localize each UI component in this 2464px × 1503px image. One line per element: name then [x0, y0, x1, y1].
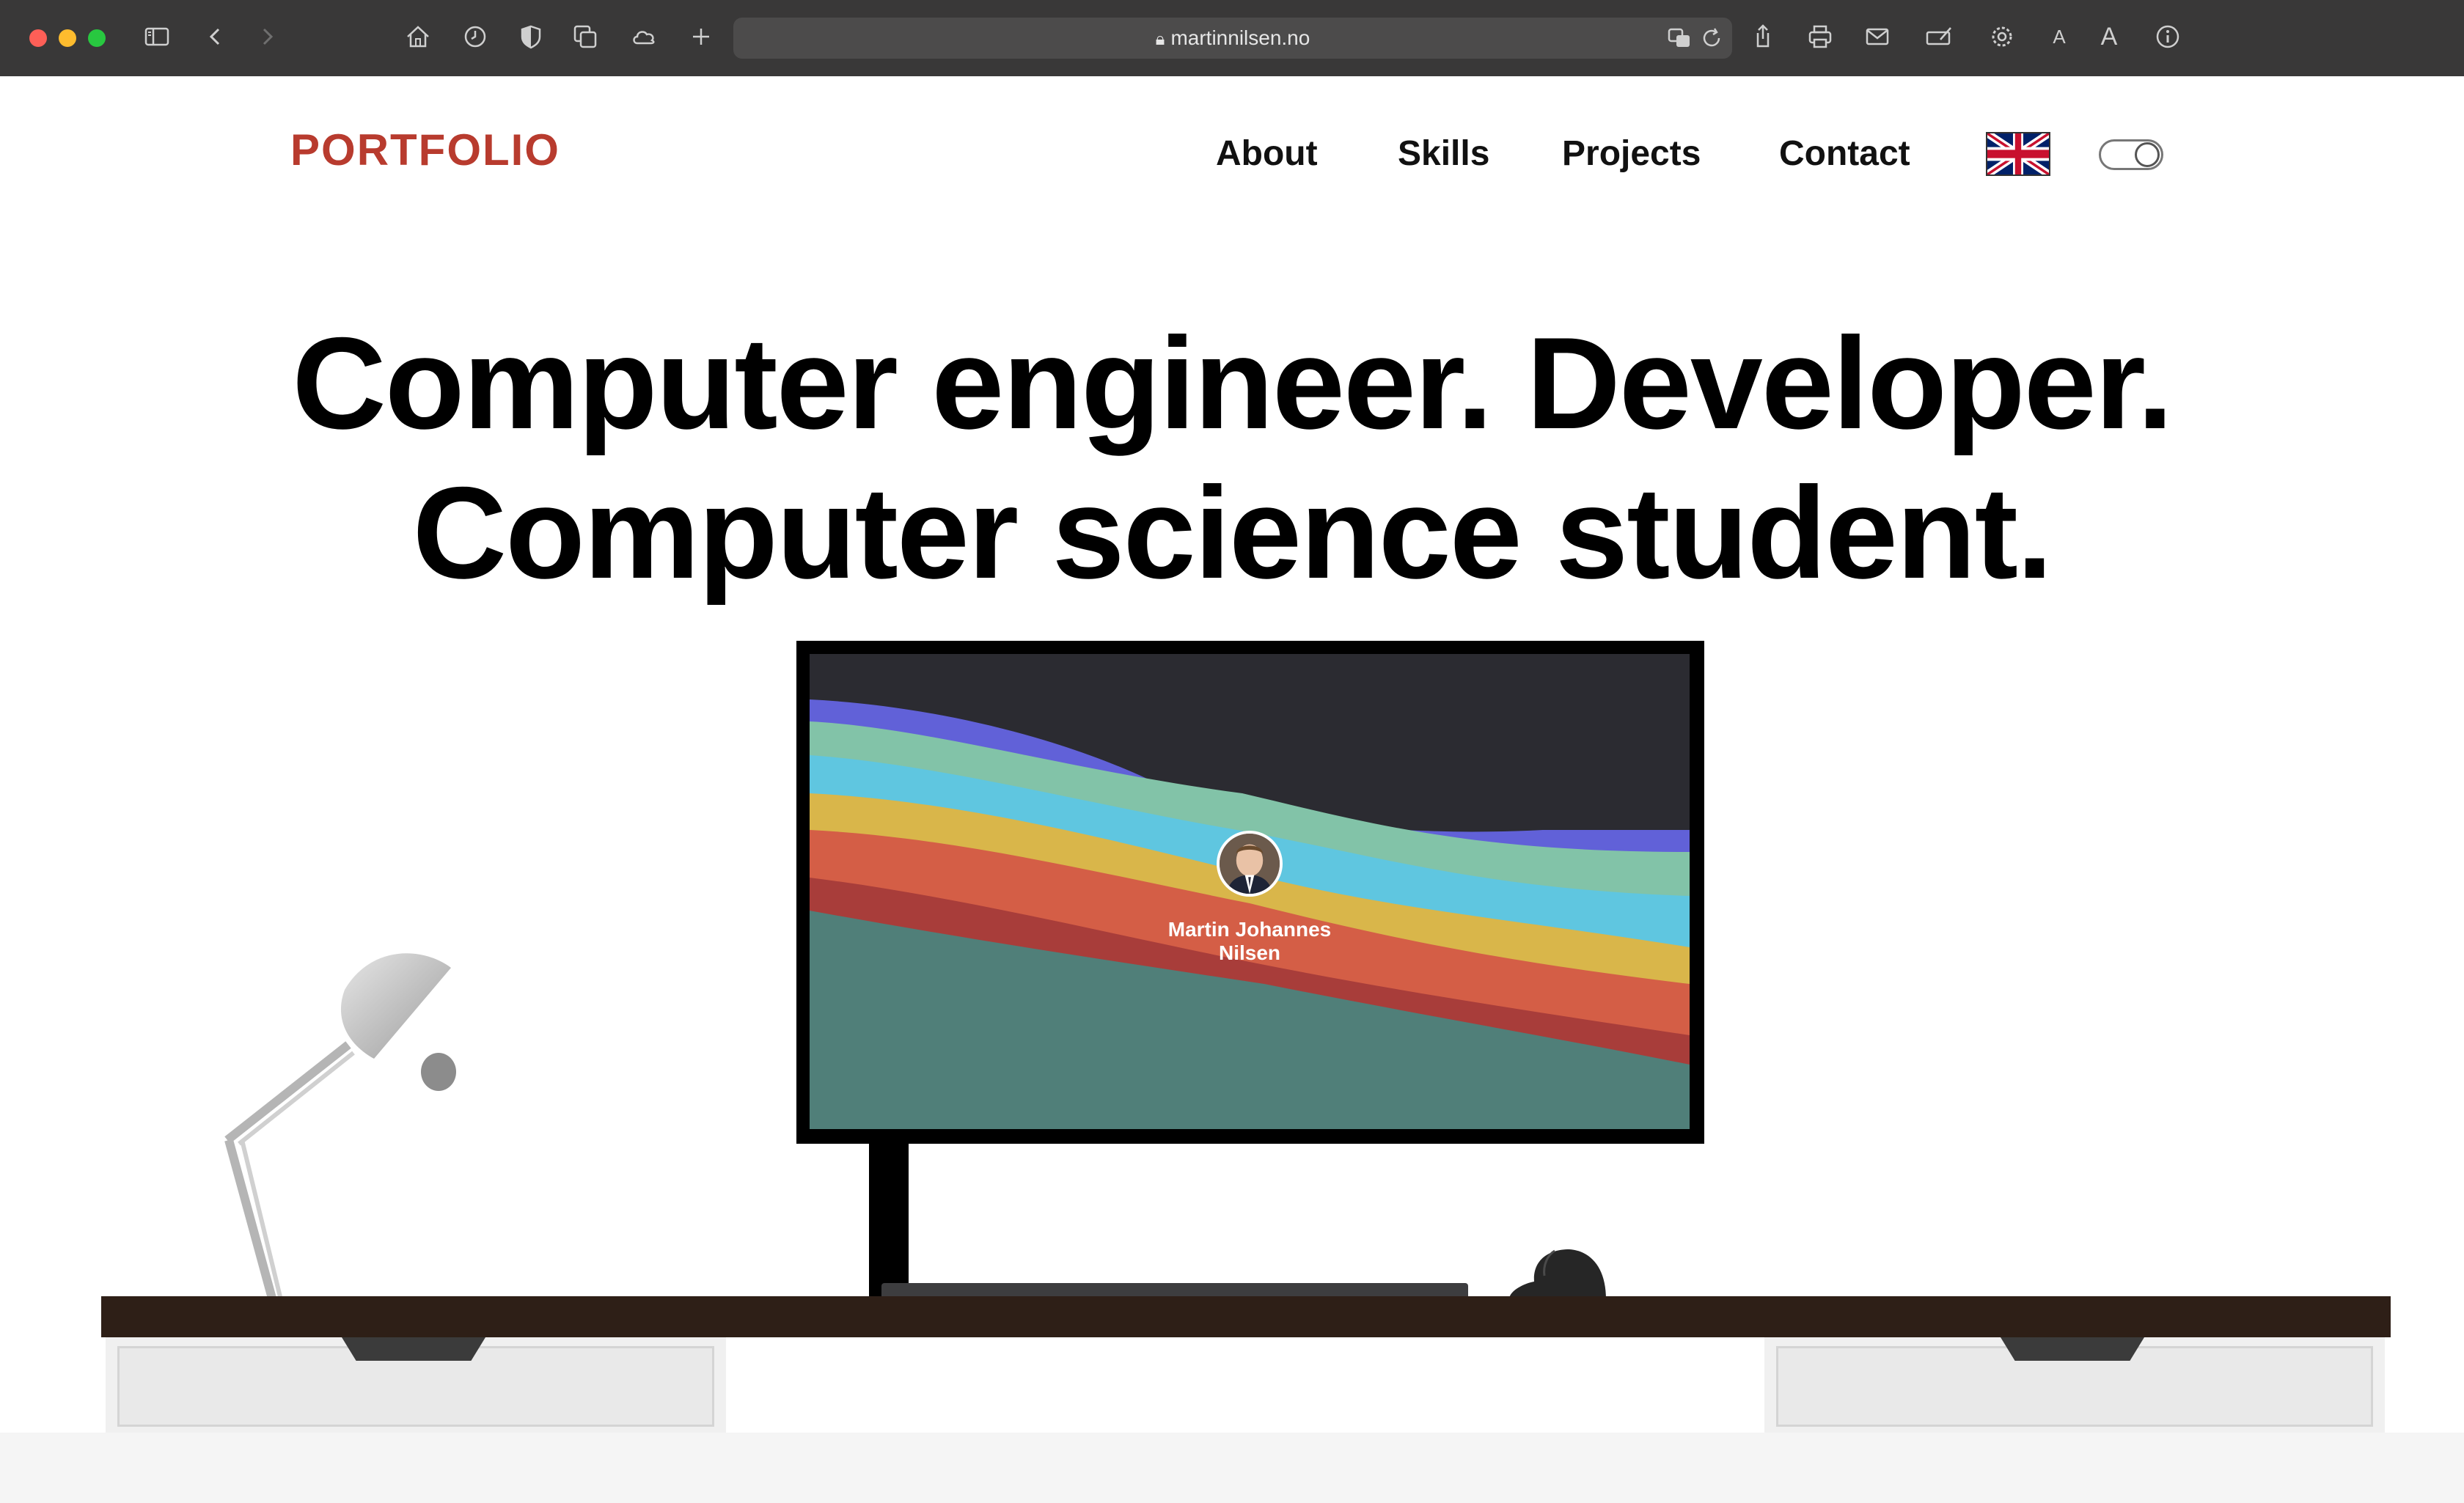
minimize-window-button[interactable]	[59, 29, 76, 47]
text-smaller-label: A	[2053, 25, 2066, 48]
web-page: PORTFOLIO About Skills Projects Contact …	[0, 76, 2464, 1503]
new-tab-icon[interactable]	[685, 21, 717, 53]
translate-icon[interactable]	[1663, 22, 1695, 54]
browser-toolbar: 🔒︎ martinnilsen.no A A	[0, 0, 2464, 76]
sidebar-icon[interactable]	[141, 21, 173, 53]
monitor-screen: Martin Johannes Nilsen	[810, 654, 1690, 1129]
close-window-button[interactable]	[29, 29, 47, 47]
address-url: 🔒︎ martinnilsen.no	[733, 26, 1732, 50]
floor	[0, 1433, 2464, 1503]
profile-avatar	[1217, 831, 1283, 897]
mail-icon[interactable]	[1861, 21, 1893, 53]
forward-icon[interactable]	[251, 21, 283, 53]
profile-name: Martin Johannes Nilsen	[1140, 918, 1360, 965]
history-icon[interactable]	[459, 21, 491, 53]
profile-name-line-2: Nilsen	[1218, 941, 1281, 964]
back-icon[interactable]	[199, 21, 232, 53]
drawer-right[interactable]	[1764, 1337, 2385, 1433]
drawer-left[interactable]	[106, 1337, 726, 1433]
monitor: Martin Johannes Nilsen	[796, 641, 1704, 1144]
text-smaller-icon[interactable]: A	[2043, 21, 2075, 53]
drawer-right-handle	[2001, 1337, 2144, 1361]
mouse-icon	[1509, 1249, 1606, 1299]
text-larger-icon[interactable]: A	[2093, 21, 2125, 53]
drawer-left-handle	[342, 1337, 485, 1361]
home-icon[interactable]	[402, 21, 434, 53]
info-icon[interactable]	[2152, 21, 2184, 53]
lock-icon: 🔒︎	[1155, 29, 1165, 49]
desk-top	[101, 1296, 2391, 1337]
share-icon[interactable]	[1747, 21, 1779, 53]
markup-icon[interactable]	[1923, 21, 1955, 53]
desk-scene: Martin Johannes Nilsen	[0, 76, 2464, 1503]
address-bar[interactable]: 🔒︎ martinnilsen.no	[733, 18, 1732, 59]
text-larger-label: A	[2100, 22, 2118, 51]
cloud-icon[interactable]	[628, 21, 660, 53]
zoom-window-button[interactable]	[88, 29, 106, 47]
profile-name-line-1: Martin Johannes	[1167, 918, 1332, 941]
tabs-icon[interactable]	[569, 21, 601, 53]
url-text: martinnilsen.no	[1170, 26, 1310, 49]
reload-icon[interactable]	[1695, 22, 1728, 54]
print-icon[interactable]	[1804, 21, 1836, 53]
shield-icon[interactable]	[515, 21, 547, 53]
settings-icon[interactable]	[1986, 21, 2018, 53]
monitor-stand	[869, 1144, 909, 1302]
